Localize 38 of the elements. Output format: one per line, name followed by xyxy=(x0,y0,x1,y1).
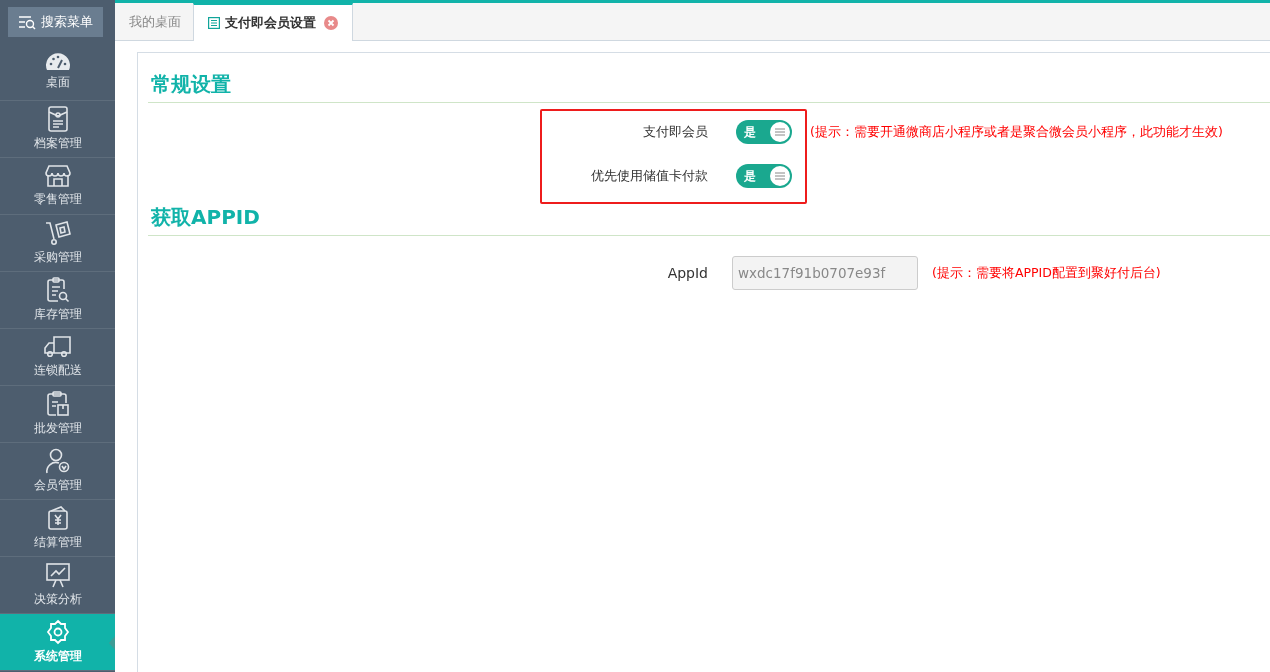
close-icon[interactable] xyxy=(324,16,338,30)
list-icon xyxy=(208,17,220,29)
storefront-icon xyxy=(44,164,71,188)
sidebar-item[interactable]: 连锁配送 xyxy=(0,329,115,386)
section-heading: 常规设置 xyxy=(148,70,1270,103)
sidebar-item[interactable]: 采购管理 xyxy=(0,215,115,272)
section-heading: 获取APPID xyxy=(148,203,1270,236)
yen-wallet-icon xyxy=(46,505,69,531)
field-label: 支付即会员 xyxy=(642,123,708,141)
sidebar-item[interactable]: 结算管理 xyxy=(0,500,115,557)
lines-icon xyxy=(775,128,785,136)
field-label: 优先使用储值卡付款 xyxy=(590,167,708,185)
document-icon xyxy=(46,106,69,132)
hint-text: (提示：需要将APPID配置到聚好付后台) xyxy=(932,264,1161,282)
settings-icon xyxy=(44,619,71,645)
truck-icon xyxy=(43,335,72,359)
sidebar-item[interactable]: 会员管理 xyxy=(0,443,115,500)
gauge-icon xyxy=(44,53,71,71)
tab[interactable]: 支付即会员设置 xyxy=(193,3,353,41)
sidebar-item[interactable]: 零售管理 xyxy=(0,158,115,215)
chart-board-icon xyxy=(44,562,71,588)
sidebar-item[interactable]: 库存管理 xyxy=(0,272,115,329)
hint-text: (提示：需要开通微商店小程序或者是聚合微会员小程序，此功能才生效) xyxy=(810,123,1223,141)
toggle-switch[interactable]: 是 xyxy=(736,164,792,188)
sidebar-item[interactable]: 档案管理 xyxy=(0,101,115,158)
tab[interactable]: 我的桌面 xyxy=(117,3,193,40)
toggle-switch[interactable]: 是 xyxy=(736,120,792,144)
selection-pointer-icon xyxy=(109,636,115,650)
user-check-icon xyxy=(44,448,71,474)
search-list-icon xyxy=(18,14,36,30)
handcart-icon xyxy=(44,220,71,246)
lines-icon xyxy=(775,172,785,180)
field-label: AppId xyxy=(666,265,708,281)
clipboard-search-icon xyxy=(45,277,70,303)
sidebar-item[interactable]: 批发管理 xyxy=(0,386,115,443)
sidebar-item[interactable]: 桌面 xyxy=(0,44,115,101)
search-menu-button[interactable]: 搜索菜单 xyxy=(8,7,103,37)
clipboard-box-icon xyxy=(45,391,70,417)
